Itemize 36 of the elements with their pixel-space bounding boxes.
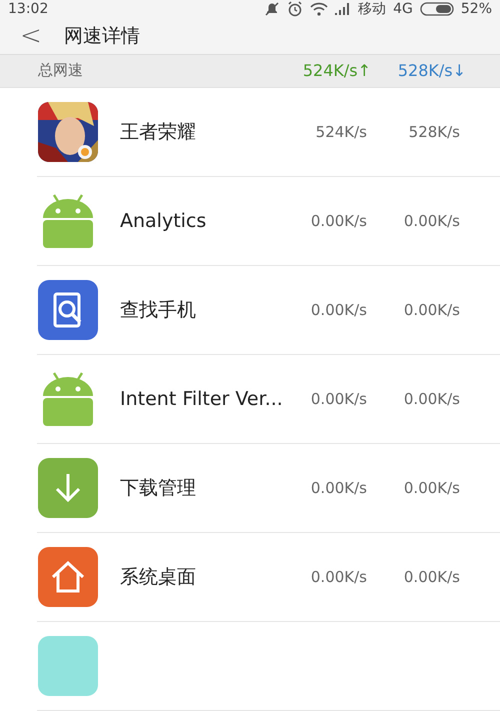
upload-speed: 0.00K/s <box>310 301 367 319</box>
download-icon <box>38 458 98 518</box>
app-name: 查找手机 <box>120 298 197 323</box>
home-icon <box>38 547 98 607</box>
download-speed: 0.00K/s <box>402 212 460 230</box>
download-speed: 528K/s <box>408 123 460 141</box>
signal-icon <box>335 3 352 15</box>
download-speed: 0.00K/s <box>402 301 460 319</box>
app-name: Intent Filter Ver... <box>120 388 284 410</box>
app-name: 王者荣耀 <box>120 120 197 145</box>
upload-speed: 0.00K/s <box>310 479 367 497</box>
download-speed: 0.00K/s <box>402 479 460 497</box>
muted-bell-icon <box>264 1 280 17</box>
download-speed: 0.00K/s <box>402 390 460 408</box>
battery-percent: 52% <box>460 1 492 17</box>
carrier-label: 移动 <box>358 0 386 18</box>
wifi-icon <box>310 2 328 16</box>
app-name: Analytics <box>120 210 208 232</box>
page-title: 网速详情 <box>64 24 140 49</box>
find-phone-icon <box>38 280 98 340</box>
battery-icon <box>420 2 454 16</box>
app-icon <box>38 636 98 696</box>
download-speed: 0.00K/s <box>402 568 460 586</box>
network-label: 4G <box>393 1 413 17</box>
total-download-speed: 528K/s↓ <box>396 61 466 80</box>
total-upload-speed: 524K/s↑ <box>302 61 371 80</box>
app-name: 下载管理 <box>120 476 197 501</box>
back-button[interactable]: < <box>20 22 42 49</box>
upload-speed: 524K/s <box>314 123 367 141</box>
app-name: 系统桌面 <box>120 565 197 590</box>
total-speed-label: 总网速 <box>38 61 84 80</box>
alarm-icon <box>287 1 304 17</box>
status-time: 13:02 <box>8 1 48 17</box>
upload-speed: 0.00K/s <box>310 212 367 230</box>
upload-speed: 0.00K/s <box>310 390 367 408</box>
upload-speed: 0.00K/s <box>310 568 367 586</box>
